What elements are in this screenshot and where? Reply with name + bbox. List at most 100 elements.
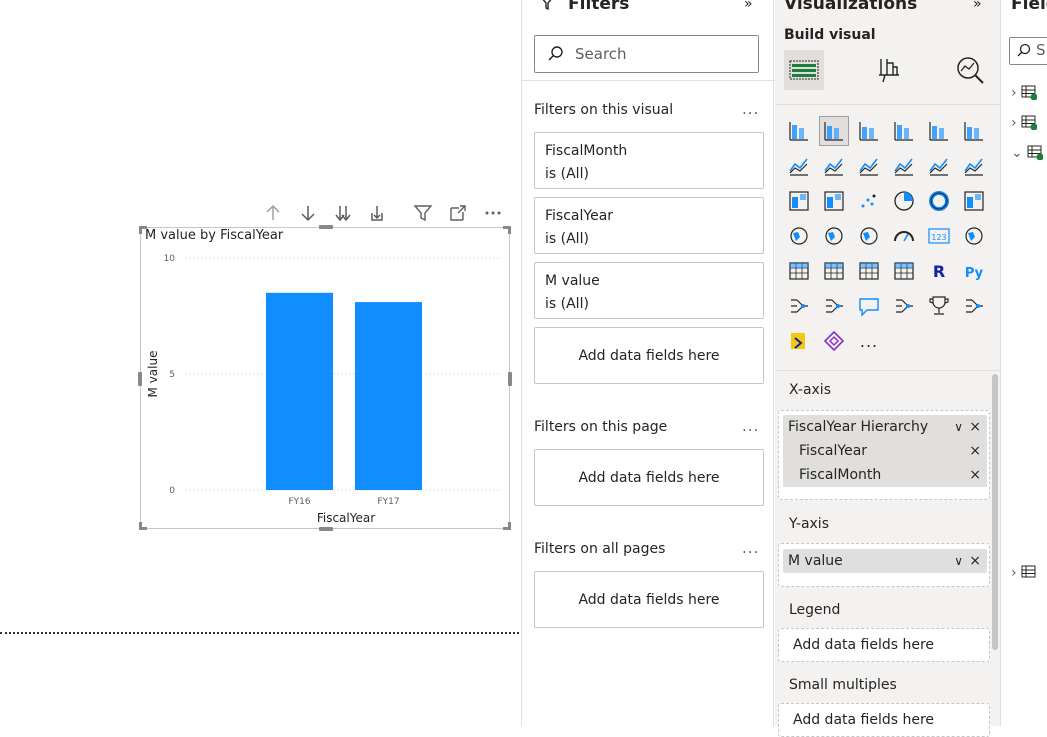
viz-divider	[775, 104, 1000, 105]
legend-well-label: Legend	[789, 602, 841, 618]
fields-search-box[interactable]: S	[1009, 37, 1047, 65]
drill-down-icon[interactable]	[297, 202, 319, 224]
funnel-chart-icon[interactable]	[819, 186, 849, 216]
remove-field-icon[interactable]: ×	[969, 415, 981, 439]
add-page-filter-dropzone[interactable]: Add data fields here	[534, 449, 764, 506]
filters-on-all-pages-more-icon[interactable]: ...	[742, 539, 759, 557]
clustered-bar-chart-icon[interactable]	[854, 116, 884, 146]
table-node-collapsed[interactable]: ›	[1011, 564, 1037, 581]
x-axis-well[interactable]: FiscalYear Hierarchy ∨ × FiscalYear × Fi…	[778, 410, 990, 500]
bar-fy17[interactable]	[355, 302, 422, 490]
filter-card-state: is (All)	[545, 231, 589, 247]
chevron-right-icon[interactable]: ›	[1011, 565, 1017, 581]
chevron-down-icon[interactable]: ∨	[954, 549, 963, 573]
x-axis-level-pill[interactable]: FiscalMonth ×	[783, 463, 987, 487]
filter-card-fiscalmonth[interactable]: FiscalMonth is (All)	[534, 132, 764, 189]
x-axis-hierarchy-pill[interactable]: FiscalYear Hierarchy ∨ ×	[783, 415, 987, 439]
remove-field-icon[interactable]: ×	[969, 463, 981, 487]
bar-fy16[interactable]	[266, 292, 333, 490]
line-chart-icon[interactable]	[784, 151, 814, 181]
expand-hierarchy-icon[interactable]	[366, 202, 388, 224]
smart-narrative-icon[interactable]	[889, 291, 919, 321]
filter-card-field: FiscalMonth	[545, 143, 628, 159]
bar-chart-visual[interactable]: M value by FiscalYear 0 5 10 FY16 FY17 M val…	[138, 225, 512, 531]
100-stacked-column-chart-icon[interactable]	[959, 116, 989, 146]
collapse-filters-icon[interactable]: »	[744, 0, 762, 12]
x-axis-level-pill[interactable]: FiscalYear ×	[783, 439, 987, 463]
card-icon[interactable]: 123	[924, 221, 954, 251]
go-to-next-level-icon[interactable]	[332, 202, 354, 224]
clustered-column-chart-icon[interactable]	[889, 116, 919, 146]
line-and-stacked-column-icon[interactable]	[889, 151, 919, 181]
format-visual-tab-icon[interactable]	[868, 50, 908, 90]
add-report-filter-dropzone[interactable]: Add data fields here	[534, 571, 764, 628]
search-input[interactable]: Search	[575, 45, 627, 63]
fields-search-input[interactable]: S	[1036, 41, 1046, 59]
pie-chart-icon[interactable]	[889, 186, 919, 216]
ribbon-chart-icon[interactable]	[959, 151, 989, 181]
chevron-down-icon[interactable]: ∨	[954, 415, 963, 439]
remove-field-icon[interactable]: ×	[969, 439, 981, 463]
legend-well[interactable]: Add data fields here	[778, 628, 990, 662]
donut-chart-icon[interactable]	[924, 186, 954, 216]
filled-map-icon[interactable]	[819, 221, 849, 251]
python-visual-icon[interactable]: Py	[959, 256, 989, 286]
focus-mode-icon[interactable]	[447, 202, 469, 224]
gauge-icon[interactable]	[889, 221, 919, 251]
filter-icon[interactable]	[412, 202, 434, 224]
paginated-report-icon[interactable]	[959, 291, 989, 321]
stacked-area-chart-icon[interactable]	[854, 151, 884, 181]
decomposition-tree-icon[interactable]	[819, 291, 849, 321]
kpi-icon[interactable]	[784, 256, 814, 286]
add-visual-filter-dropzone[interactable]: Add data fields here	[534, 327, 764, 384]
qa-icon[interactable]	[854, 291, 884, 321]
power-automate-icon[interactable]	[819, 326, 849, 356]
analytics-tab-icon[interactable]	[950, 50, 990, 90]
y-tick-label: 5	[169, 370, 175, 380]
report-canvas[interactable]: M value by FiscalYear 0 5 10 FY16 FY17 M val…	[0, 0, 770, 726]
key-influencers-icon[interactable]	[784, 291, 814, 321]
build-visual-tab-icon[interactable]	[784, 50, 824, 90]
table-node-expanded[interactable]: ⌄	[1011, 144, 1044, 161]
pill-label: FiscalMonth	[799, 467, 882, 483]
filters-on-page-more-icon[interactable]: ...	[742, 417, 759, 435]
shape-map-icon[interactable]	[854, 221, 884, 251]
100-stacked-bar-chart-icon[interactable]	[924, 116, 954, 146]
get-more-visuals-icon[interactable]: ...	[854, 326, 884, 356]
table-node-collapsed[interactable]: ›	[1011, 114, 1038, 131]
metrics-icon[interactable]	[924, 291, 954, 321]
map-icon[interactable]	[784, 221, 814, 251]
multi-row-card-icon[interactable]	[959, 221, 989, 251]
svg-text:R: R	[933, 262, 945, 281]
filters-on-visual-more-icon[interactable]: ...	[742, 100, 759, 118]
r-script-visual-icon[interactable]: R	[924, 256, 954, 286]
area-chart-icon[interactable]	[819, 151, 849, 181]
table-visual-icon[interactable]	[854, 256, 884, 286]
line-and-clustered-column-icon[interactable]	[924, 151, 954, 181]
scatter-chart-icon[interactable]	[854, 186, 884, 216]
waterfall-chart-icon[interactable]	[784, 186, 814, 216]
stacked-bar-chart-icon[interactable]	[784, 116, 814, 146]
fields-title: Field	[1011, 0, 1047, 14]
pill-label: M value	[788, 553, 843, 569]
more-options-icon[interactable]	[482, 202, 504, 224]
visualizations-scrollbar[interactable]	[992, 374, 998, 650]
treemap-icon[interactable]	[959, 186, 989, 216]
small-multiples-well[interactable]: Add data fields here	[778, 703, 990, 737]
slicer-icon[interactable]	[819, 256, 849, 286]
y-axis-well[interactable]: M value ∨ ×	[778, 543, 990, 587]
stacked-column-chart-icon[interactable]	[819, 116, 849, 146]
power-apps-icon[interactable]	[784, 326, 814, 356]
chevron-right-icon[interactable]: ›	[1011, 85, 1017, 101]
matrix-icon[interactable]	[889, 256, 919, 286]
drill-up-icon[interactable]	[262, 202, 284, 224]
chevron-down-icon[interactable]: ⌄	[1011, 145, 1023, 161]
filter-search-box[interactable]: Search	[534, 35, 759, 73]
y-axis-field-pill[interactable]: M value ∨ ×	[783, 549, 987, 573]
filter-card-m-value[interactable]: M value is (All)	[534, 262, 764, 319]
collapse-visualizations-icon[interactable]: »	[973, 0, 991, 12]
remove-field-icon[interactable]: ×	[969, 549, 981, 573]
chevron-right-icon[interactable]: ›	[1011, 115, 1017, 131]
filter-card-fiscalyear[interactable]: FiscalYear is (All)	[534, 197, 764, 254]
table-node-collapsed[interactable]: ›	[1011, 84, 1038, 101]
